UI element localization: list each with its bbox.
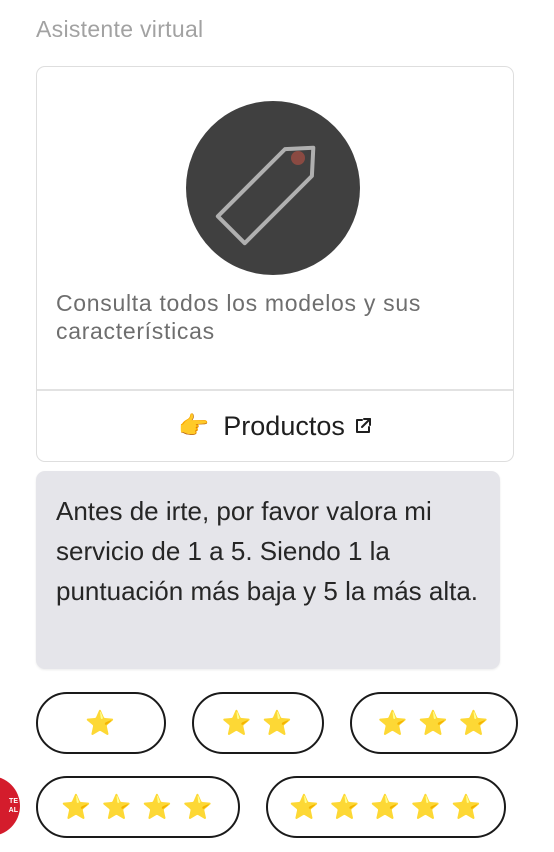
assistant-avatar: TE AL: [0, 776, 20, 836]
assistant-name-label: Asistente virtual: [36, 16, 204, 42]
products-link-button[interactable]: 👉 Productos: [37, 391, 513, 461]
bot-message-text: Antes de irte, por favor valora mi servi…: [56, 496, 479, 606]
product-card: Consulta todos los modelos y sus caracte…: [36, 66, 514, 462]
rating-1-star-button[interactable]: ⭐: [36, 692, 166, 754]
rating-5-stars-button[interactable]: ⭐ ⭐ ⭐ ⭐ ⭐: [266, 776, 506, 838]
rating-3-stars-button[interactable]: ⭐ ⭐ ⭐: [350, 692, 518, 754]
products-link-label: Productos: [223, 410, 345, 441]
card-description: Consulta todos los modelos y sus caracte…: [56, 290, 422, 344]
chat-page: Asistente virtual Consulta todos los mod…: [0, 0, 554, 852]
price-tag-icon: [186, 101, 360, 275]
external-link-icon: [355, 418, 371, 433]
rating-4-stars-button[interactable]: ⭐ ⭐ ⭐ ⭐: [36, 776, 240, 838]
bot-message-bubble: Antes de irte, por favor valora mi servi…: [36, 471, 500, 669]
avatar-text: TE AL: [8, 798, 18, 814]
rating-2-stars-button[interactable]: ⭐ ⭐: [192, 692, 324, 754]
pointing-hand-icon: 👉: [178, 411, 210, 440]
